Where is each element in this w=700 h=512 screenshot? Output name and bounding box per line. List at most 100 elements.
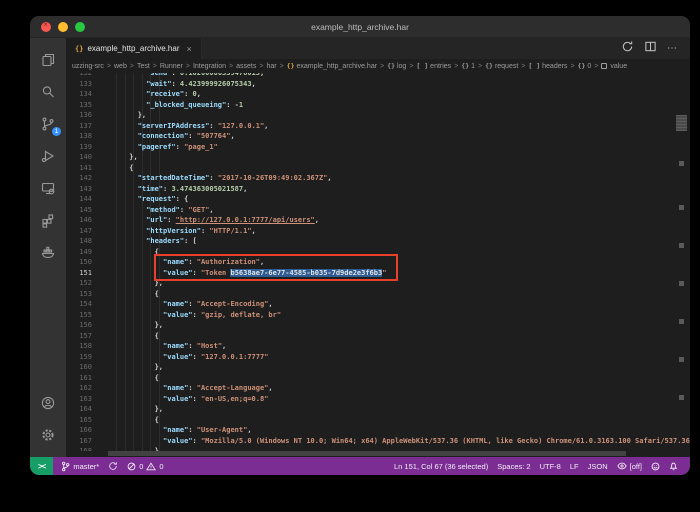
breadcrumb-item[interactable]: {}request (485, 62, 518, 70)
breadcrumb-item[interactable]: Runner (160, 63, 183, 70)
code-line[interactable]: 150 "name": "Authorization", (66, 257, 690, 268)
eol-item[interactable]: LF (570, 462, 579, 471)
more-actions-icon[interactable]: ⋯ (667, 43, 678, 54)
breadcrumb-item[interactable]: {}example_http_archive.har (287, 62, 377, 70)
cursor-position[interactable]: Ln 151, Col 67 (36 selected) (394, 462, 488, 471)
breadcrumb-item[interactable]: har (266, 63, 276, 70)
code-line[interactable]: 158 "name": "Host", (66, 341, 690, 352)
breadcrumb: uzzing-src>web>Test>Runner>Integration>a… (66, 59, 690, 73)
notifications-item[interactable] (669, 461, 678, 471)
code-line[interactable]: 137 "serverIPAddress": "127.0.0.1", (66, 121, 690, 132)
code-line[interactable]: 165 { (66, 415, 690, 426)
indentation-item[interactable]: Spaces: 2 (497, 462, 530, 471)
accounts-icon[interactable] (33, 387, 63, 419)
code-line[interactable]: 144 "request": { (66, 194, 690, 205)
code-line[interactable]: 138 "connection": "507764", (66, 131, 690, 142)
close-window-button[interactable] (41, 22, 51, 32)
remote-explorer-icon[interactable] (33, 172, 63, 204)
warnings-icon (146, 462, 156, 471)
breadcrumb-item[interactable]: Integration (193, 63, 226, 70)
code-line[interactable]: 148 "headers": [ (66, 236, 690, 247)
horizontal-scrollbar[interactable] (66, 451, 690, 457)
code-line[interactable]: 146 "url": "http://127.0.0.1:7777/api/us… (66, 215, 690, 226)
code-line[interactable]: 162 "name": "Accept-Language", (66, 383, 690, 394)
search-icon[interactable] (33, 76, 63, 108)
breadcrumb-item[interactable]: web (114, 63, 127, 70)
docker-icon[interactable] (33, 236, 63, 268)
sync-button[interactable] (108, 461, 118, 471)
line-number: 164 (66, 404, 92, 415)
code-line[interactable]: 163 "value": "en-US,en;q=0.8" (66, 394, 690, 405)
code-line[interactable]: 156 }, (66, 320, 690, 331)
minimize-window-button[interactable] (58, 22, 68, 32)
breadcrumb-item[interactable]: value (601, 63, 627, 70)
extension-toggle-item[interactable]: [off] (617, 462, 642, 471)
code-line[interactable]: 161 { (66, 373, 690, 384)
array-icon: [ ] (528, 62, 540, 70)
encoding-item[interactable]: UTF-8 (540, 462, 561, 471)
code-line[interactable]: 145 "method": "GET", (66, 205, 690, 216)
code-line[interactable]: 164 }, (66, 404, 690, 415)
array-icon: [ ] (416, 62, 428, 70)
editor[interactable]: 132 "send": 0.10200000339476015,133 "wai… (66, 73, 690, 451)
line-number: 155 (66, 310, 92, 321)
code-line[interactable]: 153 { (66, 289, 690, 300)
code-line[interactable]: 147 "httpVersion": "HTTP/1.1", (66, 226, 690, 237)
line-number: 159 (66, 352, 92, 363)
run-debug-icon[interactable] (33, 140, 63, 172)
breadcrumb-item[interactable]: {}1 (461, 62, 475, 70)
overview-ruler[interactable] (675, 73, 687, 451)
feedback-item[interactable] (651, 462, 660, 471)
code-line[interactable]: 140 }, (66, 152, 690, 163)
code-line[interactable]: 135 "_blocked_queueing": -1 (66, 100, 690, 111)
code-line[interactable]: 155 "value": "gzip, deflate, br" (66, 310, 690, 321)
settings-gear-icon[interactable] (33, 419, 63, 451)
breadcrumb-item[interactable]: {}log (387, 62, 406, 70)
explorer-icon[interactable] (33, 44, 63, 76)
remote-indicator[interactable]: >< (30, 457, 53, 475)
problems-item[interactable]: 0 0 (127, 462, 163, 471)
code-line[interactable]: 143 "time": 3.474363005021587, (66, 184, 690, 195)
code-line[interactable]: 166 "name": "User-Agent", (66, 425, 690, 436)
line-number: 167 (66, 436, 92, 447)
tab-example-http-archive[interactable]: {} example_http_archive.har × (66, 38, 202, 59)
tab-label: example_http_archive.har (87, 44, 179, 53)
code-line[interactable]: 157 { (66, 331, 690, 342)
breadcrumb-item[interactable]: [ ]headers (528, 62, 567, 70)
code-line[interactable]: 133 "wait": 4.423999926075343, (66, 79, 690, 90)
breadcrumb-separator: > (259, 63, 263, 70)
code-line[interactable]: 159 "value": "127.0.0.1:7777" (66, 352, 690, 363)
title-bar[interactable]: example_http_archive.har (30, 16, 690, 38)
code-line[interactable]: 141 { (66, 163, 690, 174)
line-number: 141 (66, 163, 92, 174)
line-number: 162 (66, 383, 92, 394)
breadcrumb-item[interactable]: [ ]entries (416, 62, 451, 70)
overview-marker (679, 205, 684, 210)
overview-marker (679, 281, 684, 286)
code-line[interactable]: 139 "pageref": "page_1" (66, 142, 690, 153)
git-branch-item[interactable]: master* (61, 461, 99, 472)
code-line[interactable]: 136 }, (66, 110, 690, 121)
extensions-icon[interactable] (33, 204, 63, 236)
tab-close-icon[interactable]: × (187, 44, 192, 54)
code-line[interactable]: 154 "name": "Accept-Encoding", (66, 299, 690, 310)
code-line[interactable]: 152 }, (66, 278, 690, 289)
breadcrumb-item[interactable]: {}0 (578, 62, 592, 70)
hscrollbar-thumb[interactable] (108, 451, 626, 456)
code-line[interactable]: 151 "value": "Token b5638ae7-6e77-4585-b… (66, 268, 690, 279)
language-mode-item[interactable]: JSON (588, 462, 608, 471)
source-control-icon[interactable]: 1 (33, 108, 63, 140)
maximize-window-button[interactable] (75, 22, 85, 32)
breadcrumb-item[interactable]: Test (137, 63, 150, 70)
line-number: 156 (66, 320, 92, 331)
code-line[interactable]: 160 }, (66, 362, 690, 373)
breadcrumb-item[interactable]: uzzing-src (72, 63, 104, 70)
split-editor-icon[interactable] (644, 40, 657, 58)
breadcrumb-item[interactable]: assets (236, 63, 256, 70)
code-line[interactable]: 149 { (66, 247, 690, 258)
code-line[interactable]: 134 "receive": 0, (66, 89, 690, 100)
open-changes-icon[interactable] (621, 40, 634, 58)
code-line[interactable]: 167 "value": "Mozilla/5.0 (Windows NT 10… (66, 436, 690, 447)
scrollbar-thumb[interactable] (676, 115, 687, 131)
code-line[interactable]: 142 "startedDateTime": "2017-10-26T09:49… (66, 173, 690, 184)
